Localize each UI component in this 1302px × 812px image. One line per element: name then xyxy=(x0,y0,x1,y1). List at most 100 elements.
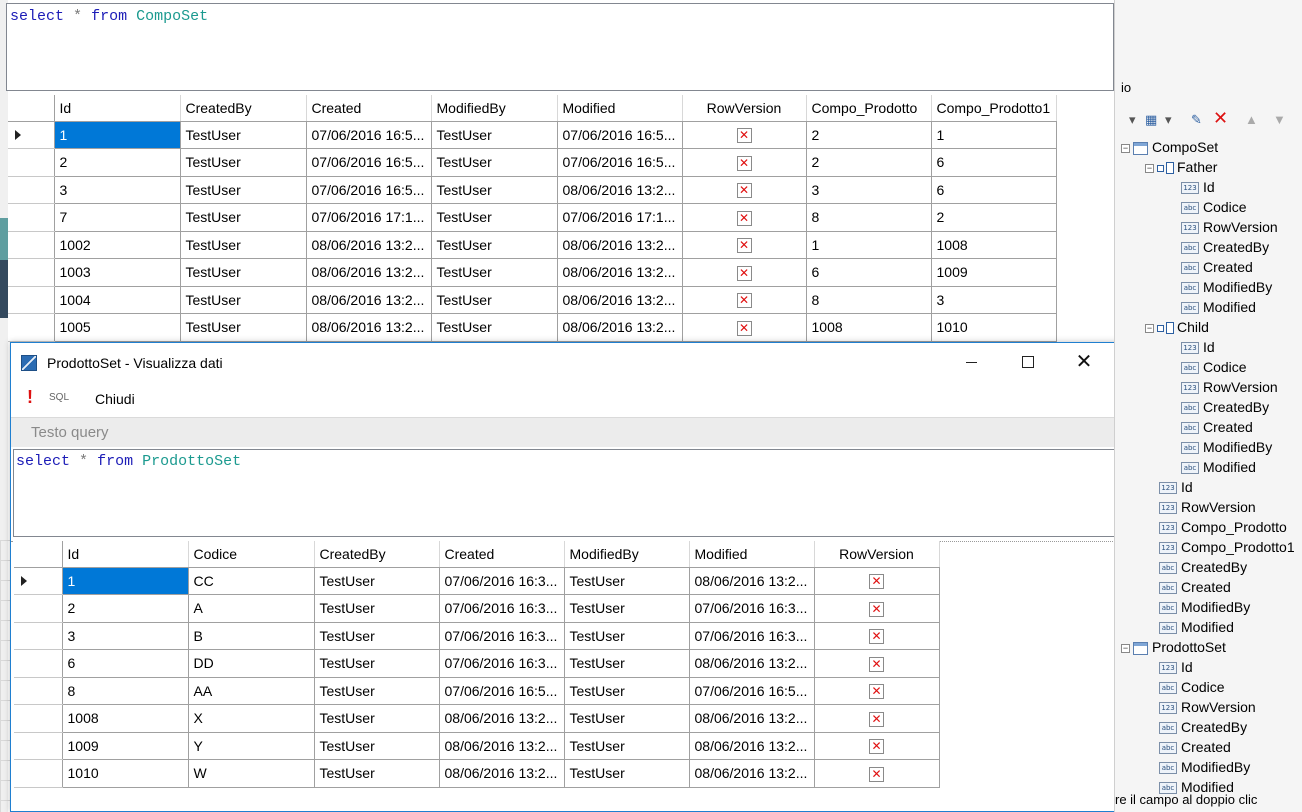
null-value-cell[interactable]: ✕ xyxy=(681,148,807,177)
cell-compo-prodotto[interactable]: 3 xyxy=(805,175,932,204)
row-selector[interactable] xyxy=(14,649,63,678)
execute-icon[interactable]: ! xyxy=(27,387,33,408)
tree-node-compo-prodotto[interactable]: 123 Compo_Prodotto xyxy=(1145,517,1287,537)
cell-modified[interactable]: 08/06/2016 13:2... xyxy=(688,731,815,760)
row-selector[interactable] xyxy=(8,230,55,259)
cell-created[interactable]: 07/06/2016 16:3... xyxy=(438,621,565,650)
tree-node-codice[interactable]: abc Codice xyxy=(1145,677,1225,697)
null-value-cell[interactable]: ✕ xyxy=(813,566,940,595)
table-row[interactable]: 1 TestUser 07/06/2016 16:5... TestUser 07/06… xyxy=(8,120,1057,149)
cell-compo-prodotto[interactable]: 1 xyxy=(805,230,932,259)
row-selector[interactable] xyxy=(14,704,63,733)
column-header-created[interactable]: Created xyxy=(439,541,565,568)
tree-node-createdby[interactable]: abc CreatedBy xyxy=(1145,557,1247,577)
table-row[interactable]: 1010 W TestUser 08/06/2016 13:2... TestUser 0… xyxy=(14,759,940,788)
cell-id[interactable]: 6 xyxy=(61,649,189,678)
row-selector[interactable] xyxy=(8,313,55,342)
cell-created[interactable]: 08/06/2016 13:2... xyxy=(305,313,432,342)
tree-node-codice[interactable]: abc Codice xyxy=(1167,197,1247,217)
cell-modifiedby[interactable]: TestUser xyxy=(563,594,690,623)
cell-modifiedby[interactable]: TestUser xyxy=(563,759,690,788)
cell-modified[interactable]: 08/06/2016 13:2... xyxy=(688,704,815,733)
cell-createdby[interactable]: TestUser xyxy=(179,258,307,287)
cell-compo-prodotto1[interactable]: 3 xyxy=(930,285,1057,314)
tree-node-id[interactable]: 123 Id xyxy=(1145,477,1193,497)
cell-modifiedby[interactable]: TestUser xyxy=(430,285,558,314)
cell-createdby[interactable]: TestUser xyxy=(313,731,440,760)
cell-compo-prodotto1[interactable]: 1010 xyxy=(930,313,1057,342)
collapse-icon[interactable]: − xyxy=(1145,163,1154,173)
tree-node-compo-prodotto1[interactable]: 123 Compo_Prodotto1 xyxy=(1145,537,1295,557)
null-value-cell[interactable]: ✕ xyxy=(681,313,807,342)
cell-modifiedby[interactable]: TestUser xyxy=(563,676,690,705)
cell-modified[interactable]: 08/06/2016 13:2... xyxy=(556,230,683,259)
row-header-corner[interactable] xyxy=(8,95,55,122)
table-row[interactable]: 2 A TestUser 07/06/2016 16:3... TestUser 07/0… xyxy=(14,594,940,623)
cell-compo-prodotto1[interactable]: 6 xyxy=(930,148,1057,177)
tree-node-codice[interactable]: abc Codice xyxy=(1167,357,1247,377)
sql-button[interactable]: SQL xyxy=(49,392,69,403)
cell-created[interactable]: 07/06/2016 16:5... xyxy=(438,676,565,705)
row-header-corner[interactable] xyxy=(14,541,63,568)
cell-codice[interactable]: DD xyxy=(187,649,315,678)
cell-modified[interactable]: 07/06/2016 16:3... xyxy=(688,594,815,623)
cell-id[interactable]: 1003 xyxy=(53,258,181,287)
query-editor-composet[interactable]: select * from CompoSet xyxy=(6,3,1114,91)
cell-compo-prodotto1[interactable]: 6 xyxy=(930,175,1057,204)
cell-id[interactable]: 8 xyxy=(61,676,189,705)
tree-node-rowversion[interactable]: 123 RowVersion xyxy=(1145,497,1256,517)
cell-modifiedby[interactable]: TestUser xyxy=(430,120,558,149)
cell-modifiedby[interactable]: TestUser xyxy=(563,649,690,678)
cell-id[interactable]: 1004 xyxy=(53,285,181,314)
null-value-cell[interactable]: ✕ xyxy=(813,759,940,788)
cell-compo-prodotto[interactable]: 1008 xyxy=(805,313,932,342)
tree-node-rowversion[interactable]: 123 RowVersion xyxy=(1167,217,1278,237)
cell-createdby[interactable]: TestUser xyxy=(179,230,307,259)
cell-codice[interactable]: B xyxy=(187,621,315,650)
null-value-cell[interactable]: ✕ xyxy=(813,704,940,733)
tree-node-created[interactable]: abc Created xyxy=(1167,417,1253,437)
column-header-modified[interactable]: Modified xyxy=(557,95,683,122)
table-row[interactable]: 1004 TestUser 08/06/2016 13:2... TestUser 08… xyxy=(8,285,1057,314)
table-row[interactable]: 1 CC TestUser 07/06/2016 16:3... TestUser 08/… xyxy=(14,566,940,595)
cell-modified[interactable]: 07/06/2016 16:5... xyxy=(556,148,683,177)
cell-id[interactable]: 3 xyxy=(61,621,189,650)
cell-compo-prodotto[interactable]: 2 xyxy=(805,148,932,177)
cell-compo-prodotto1[interactable]: 1008 xyxy=(930,230,1057,259)
cell-createdby[interactable]: TestUser xyxy=(179,175,307,204)
table-row[interactable]: 1002 TestUser 08/06/2016 13:2... TestUser 08… xyxy=(8,230,1057,259)
cell-codice[interactable]: X xyxy=(187,704,315,733)
cell-modifiedby[interactable]: TestUser xyxy=(563,704,690,733)
maximize-button[interactable] xyxy=(1005,343,1051,381)
cell-modified[interactable]: 08/06/2016 13:2... xyxy=(688,566,815,595)
column-header-compo-prodotto1[interactable]: Compo_Prodotto1 xyxy=(931,95,1057,122)
cell-created[interactable]: 08/06/2016 13:2... xyxy=(305,230,432,259)
cell-modifiedby[interactable]: TestUser xyxy=(563,566,690,595)
column-header-created[interactable]: Created xyxy=(306,95,432,122)
cell-id[interactable]: 7 xyxy=(53,203,181,232)
cell-created[interactable]: 08/06/2016 13:2... xyxy=(438,731,565,760)
cell-id[interactable]: 2 xyxy=(61,594,189,623)
null-value-cell[interactable]: ✕ xyxy=(813,676,940,705)
null-value-cell[interactable]: ✕ xyxy=(813,621,940,650)
column-header-modifiedby[interactable]: ModifiedBy xyxy=(564,541,690,568)
tree-node-created[interactable]: abc Created xyxy=(1145,737,1231,757)
table-row[interactable]: 1003 TestUser 08/06/2016 13:2... TestUser 08… xyxy=(8,258,1057,287)
cell-compo-prodotto[interactable]: 8 xyxy=(805,203,932,232)
column-header-rowversion[interactable]: RowVersion xyxy=(682,95,807,122)
cell-modified[interactable]: 08/06/2016 13:2... xyxy=(688,759,815,788)
cell-createdby[interactable]: TestUser xyxy=(179,285,307,314)
cell-id[interactable]: 1009 xyxy=(61,731,189,760)
cell-createdby[interactable]: TestUser xyxy=(179,120,307,149)
column-header-id[interactable]: Id xyxy=(54,95,181,122)
tree-node-composet[interactable]: − CompoSet xyxy=(1121,137,1218,157)
cell-modifiedby[interactable]: TestUser xyxy=(430,258,558,287)
cell-id[interactable]: 2 xyxy=(53,148,181,177)
row-selector[interactable] xyxy=(8,258,55,287)
cell-createdby[interactable]: TestUser xyxy=(313,594,440,623)
column-header-createdby[interactable]: CreatedBy xyxy=(180,95,307,122)
row-selector[interactable] xyxy=(8,175,55,204)
column-header-createdby[interactable]: CreatedBy xyxy=(314,541,440,568)
cell-createdby[interactable]: TestUser xyxy=(313,649,440,678)
cell-compo-prodotto1[interactable]: 1 xyxy=(930,120,1057,149)
